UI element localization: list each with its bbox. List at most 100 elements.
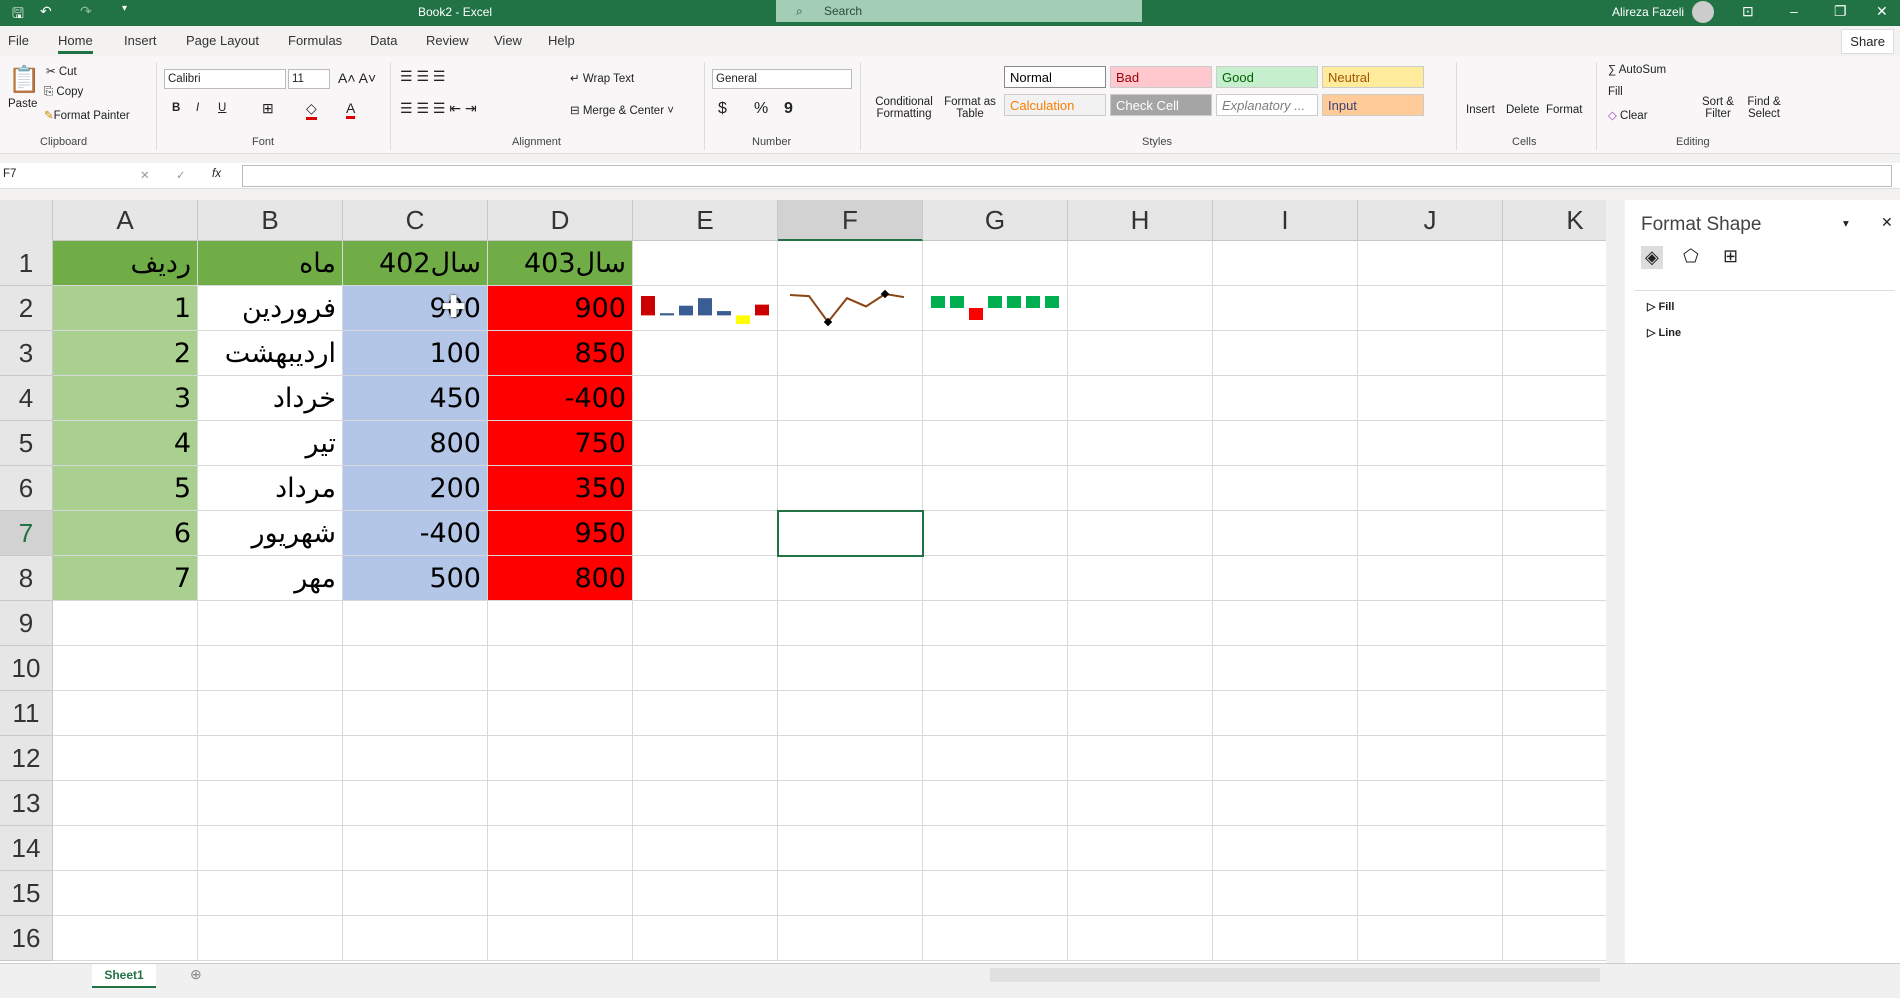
cell-J16[interactable] [1358,916,1503,961]
column-header-J[interactable]: J [1358,200,1503,241]
cell-J14[interactable] [1358,826,1503,871]
cell-J1[interactable] [1358,241,1503,286]
cell-A3[interactable]: 2 [53,331,198,376]
cell-K13[interactable] [1503,781,1610,826]
cell-D8[interactable]: 800 [488,556,633,601]
tab-page-layout[interactable]: Page Layout [186,33,259,48]
select-all-button[interactable] [0,200,53,241]
cell-D11[interactable] [488,691,633,736]
cell-F5[interactable] [778,421,923,466]
cut-button[interactable]: ✂ Cut [46,64,77,78]
cell-A13[interactable] [53,781,198,826]
row-header-12[interactable]: 12 [0,736,53,781]
insert-cells-button[interactable]: Insert [1466,104,1495,116]
cancel-icon[interactable]: ✕ [140,168,150,182]
column-header-A[interactable]: A [53,200,198,241]
cell-B1[interactable]: ماه [198,241,343,286]
pane-close-icon[interactable]: ✕ [1881,214,1893,231]
cell-C10[interactable] [343,646,488,691]
cell-J4[interactable] [1358,376,1503,421]
italic-button[interactable]: I [196,102,199,114]
find-select-button[interactable]: Find & Select [1744,96,1784,120]
minimize-icon[interactable]: – [1790,3,1798,19]
cell-G7[interactable] [923,511,1068,556]
fill-line-icon[interactable]: ◈ [1641,246,1663,269]
cell-H11[interactable] [1068,691,1213,736]
delete-cells-button[interactable]: Delete [1506,104,1539,116]
undo-icon[interactable]: ↶ [40,3,52,20]
cell-C8[interactable]: 500 [343,556,488,601]
currency-button[interactable]: $ [718,100,727,118]
cell-D1[interactable]: سال403 [488,241,633,286]
share-button[interactable]: Share [1841,29,1894,54]
cell-D13[interactable] [488,781,633,826]
comma-button[interactable]: 9 [784,100,793,118]
cell-D12[interactable] [488,736,633,781]
cell-G11[interactable] [923,691,1068,736]
autosum-button[interactable]: ∑ AutoSum [1608,64,1666,76]
cell-K1[interactable] [1503,241,1610,286]
cell-C4[interactable]: 450 [343,376,488,421]
cell-E15[interactable] [633,871,778,916]
horizontal-scrollbar[interactable] [990,968,1600,982]
cell-I16[interactable] [1213,916,1358,961]
row-header-8[interactable]: 8 [0,556,53,601]
row-header-15[interactable]: 15 [0,871,53,916]
paste-button[interactable]: Paste [8,98,37,110]
tab-view[interactable]: View [494,33,522,48]
line-section[interactable]: ▷ Line [1647,326,1681,339]
enter-icon[interactable]: ✓ [176,168,186,182]
column-header-K[interactable]: K [1503,200,1610,241]
tab-file[interactable]: File [8,33,29,48]
cell-B2[interactable]: فروردین [198,286,343,331]
cell-K7[interactable] [1503,511,1610,556]
cell-G1[interactable] [923,241,1068,286]
align-top-icons[interactable]: ☰ ☰ ☰ [400,68,445,85]
cell-G4[interactable] [923,376,1068,421]
copy-button[interactable]: ⎘ Copy [44,86,83,99]
cell-B11[interactable] [198,691,343,736]
cell-D15[interactable] [488,871,633,916]
cell-A8[interactable]: 7 [53,556,198,601]
vertical-scrollbar[interactable] [1606,200,1624,963]
cell-J3[interactable] [1358,331,1503,376]
cell-style-calculation[interactable]: Calculation [1004,94,1106,116]
search-box[interactable]: ⌕ Search [776,0,1142,22]
cell-C15[interactable] [343,871,488,916]
cell-G12[interactable] [923,736,1068,781]
cell-D9[interactable] [488,601,633,646]
cell-F16[interactable] [778,916,923,961]
cell-H10[interactable] [1068,646,1213,691]
column-header-F[interactable]: F [778,200,923,241]
cell-K16[interactable] [1503,916,1610,961]
cell-J10[interactable] [1358,646,1503,691]
cell-E5[interactable] [633,421,778,466]
cell-G3[interactable] [923,331,1068,376]
cell-A10[interactable] [53,646,198,691]
cell-H13[interactable] [1068,781,1213,826]
fill-section[interactable]: ▷ Fill [1647,300,1674,313]
cell-F9[interactable] [778,601,923,646]
cell-B3[interactable]: اردیبهشت [198,331,343,376]
formula-input[interactable] [242,165,1892,187]
cell-H6[interactable] [1068,466,1213,511]
cell-D6[interactable]: 350 [488,466,633,511]
cell-K2[interactable] [1503,286,1610,331]
cell-K8[interactable] [1503,556,1610,601]
fill-color-icon[interactable]: ◇ [306,100,317,120]
cell-K10[interactable] [1503,646,1610,691]
cell-I1[interactable] [1213,241,1358,286]
cell-E16[interactable] [633,916,778,961]
row-header-9[interactable]: 9 [0,601,53,646]
cell-F6[interactable] [778,466,923,511]
underline-button[interactable]: U [218,102,226,114]
tab-data[interactable]: Data [370,33,397,48]
save-icon[interactable]: 🖫 [12,3,24,27]
row-header-14[interactable]: 14 [0,826,53,871]
clear-button[interactable]: ◇ Clear [1608,108,1648,122]
tab-help[interactable]: Help [548,33,575,48]
cell-D3[interactable]: 850 [488,331,633,376]
align-left-icons[interactable]: ☰ ☰ ☰ ⇤ ⇥ [400,100,477,117]
cell-H1[interactable] [1068,241,1213,286]
cell-K12[interactable] [1503,736,1610,781]
